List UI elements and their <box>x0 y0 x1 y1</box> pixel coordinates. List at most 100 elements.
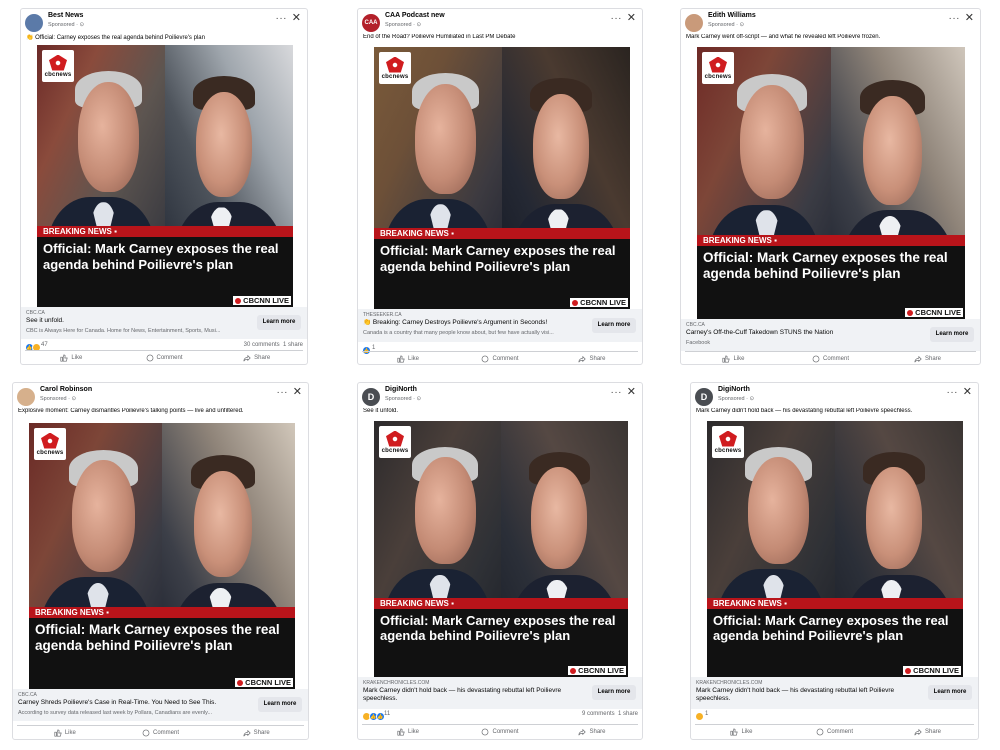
link-preview[interactable]: CBC.CA Carney's Off-the-Cuff Takedown ST… <box>681 319 980 351</box>
share-button[interactable]: Share <box>208 726 304 739</box>
comment-button[interactable]: Comment <box>118 351 211 364</box>
page-name[interactable]: Carol Robinson <box>40 386 92 393</box>
avatar[interactable]: CAA <box>362 14 380 32</box>
ad-header: Carol Robinson Sponsored · ⊙ ··· ✕ <box>17 386 304 408</box>
thumbs-up-icon <box>54 729 62 737</box>
share-button[interactable]: Share <box>879 352 976 364</box>
share-icon <box>914 355 922 363</box>
breaking-news-label: BREAKING NEWS ▪ <box>35 607 109 617</box>
comment-count[interactable]: 30 comments <box>244 342 280 348</box>
avatar[interactable] <box>17 388 35 406</box>
share-button[interactable]: Share <box>546 725 638 739</box>
post-caption: See it unfold. <box>363 408 399 414</box>
cbc-gem-icon <box>709 56 727 73</box>
sponsored-label: Sponsored · ⊙ <box>40 396 77 402</box>
page-name[interactable]: CAA Podcast new <box>385 12 445 19</box>
post-caption: End of the Road? Poilievre Humiliated in… <box>363 34 516 40</box>
news-banner: BREAKING NEWS ▪ Official: Mark Carney ex… <box>374 227 630 309</box>
like-button[interactable]: Like <box>685 352 782 364</box>
more-options-button[interactable]: ··· <box>611 14 623 24</box>
page-name[interactable]: DigiNorth <box>385 386 417 393</box>
learn-more-button[interactable]: Learn more <box>928 685 972 700</box>
learn-more-button[interactable]: Learn more <box>257 315 301 330</box>
ad-image[interactable]: cbcnews BREAKING NEWS ▪ Official: Mark C… <box>37 45 293 307</box>
close-icon[interactable]: ✕ <box>963 386 972 398</box>
banner-headline: Official: Mark Carney exposes the real a… <box>380 612 616 644</box>
comment-button[interactable]: Comment <box>113 726 209 739</box>
cbc-gem-icon <box>41 432 59 449</box>
link-title: See it unfold. <box>26 317 64 324</box>
comment-count[interactable]: 9 comments <box>582 711 615 717</box>
like-button[interactable]: Like <box>17 726 113 739</box>
post-caption: Mark Carney didn't hold back — his devas… <box>696 408 913 414</box>
comment-icon <box>146 354 153 362</box>
avatar[interactable]: D <box>362 388 380 406</box>
reaction-count[interactable]: 11 <box>384 711 390 717</box>
comment-button[interactable]: Comment <box>454 352 546 364</box>
more-options-button[interactable]: ··· <box>276 14 288 24</box>
more-options-button[interactable]: ··· <box>947 388 959 398</box>
live-tag: CBCNN LIVE <box>568 666 626 675</box>
share-icon <box>914 728 922 736</box>
ad-image[interactable]: cbcnews BREAKING NEWS ▪ Official: Mark C… <box>29 423 295 689</box>
news-banner: BREAKING NEWS ▪ Official: Mark Carney ex… <box>697 234 965 319</box>
close-icon[interactable]: ✕ <box>292 12 301 24</box>
banner-headline: Official: Mark Carney exposes the real a… <box>380 243 616 274</box>
comment-button[interactable]: Comment <box>782 352 879 364</box>
page-name[interactable]: DigiNorth <box>718 386 750 393</box>
ad-image[interactable]: cbcnews BREAKING NEWS ▪ Official: Mark C… <box>374 421 628 677</box>
link-preview[interactable]: THESEEKER.CA 👏 Breaking: Carney Destroys… <box>358 309 642 342</box>
share-button[interactable]: Share <box>881 725 974 739</box>
link-preview[interactable]: KRAKENCHRONICLES.COM Mark Carney didn't … <box>691 677 978 709</box>
reaction-count[interactable]: 47 <box>41 342 48 348</box>
cbc-gem-icon <box>386 56 404 73</box>
close-icon[interactable]: ✕ <box>293 386 302 398</box>
share-button[interactable]: Share <box>210 351 303 364</box>
like-button[interactable]: Like <box>695 725 788 739</box>
share-count[interactable]: 1 share <box>283 342 303 348</box>
ad-image[interactable]: cbcnews BREAKING NEWS ▪ Official: Mark C… <box>374 47 630 309</box>
like-button[interactable]: Like <box>362 352 454 364</box>
more-options-button[interactable]: ··· <box>949 14 961 24</box>
like-button[interactable]: Like <box>25 351 118 364</box>
close-icon[interactable]: ✕ <box>627 12 636 24</box>
cbc-dot-icon <box>905 668 912 674</box>
ad-image[interactable]: cbcnews BREAKING NEWS ▪ Official: Mark C… <box>697 47 965 319</box>
close-icon[interactable]: ✕ <box>965 12 974 24</box>
more-options-button[interactable]: ··· <box>277 388 289 398</box>
ad-card: Best News Sponsored · ⊙ ··· ✕ 👏 Official… <box>20 8 308 365</box>
banner-headline: Official: Mark Carney exposes the real a… <box>43 241 279 272</box>
link-domain: CBC.CA <box>686 322 705 328</box>
close-icon[interactable]: ✕ <box>627 386 636 398</box>
ad-header: D DigiNorth Sponsored · ⊙ ··· ✕ <box>362 386 638 408</box>
link-preview[interactable]: KRAKENCHRONICLES.COM Mark Carney didn't … <box>358 677 642 709</box>
comment-button[interactable]: Comment <box>788 725 881 739</box>
cbc-news-logo: cbcnews <box>42 50 74 82</box>
thumbs-up-icon <box>730 728 739 736</box>
page-name[interactable]: Best News <box>48 12 83 19</box>
link-preview[interactable]: CBC.CA Carney Shreds Poilievre's Case in… <box>13 689 308 721</box>
share-button[interactable]: Share <box>546 352 638 364</box>
comment-button[interactable]: Comment <box>454 725 546 739</box>
share-count[interactable]: 1 share <box>618 711 638 717</box>
comment-icon <box>482 355 489 363</box>
learn-more-button[interactable]: Learn more <box>258 697 302 712</box>
ad-image[interactable]: cbcnews BREAKING NEWS ▪ Official: Mark C… <box>707 421 963 677</box>
link-preview[interactable]: CBC.CA See it unfold. CBC is Always Here… <box>21 307 307 339</box>
link-description: Canada is a country that many people kno… <box>363 330 554 336</box>
avatar[interactable] <box>25 14 43 32</box>
avatar[interactable] <box>685 14 703 32</box>
page-name[interactable]: Edith Williams <box>708 12 756 19</box>
learn-more-button[interactable]: Learn more <box>592 318 636 333</box>
more-options-button[interactable]: ··· <box>611 388 623 398</box>
reaction-count[interactable]: 1 <box>705 711 708 717</box>
learn-more-button[interactable]: Learn more <box>592 685 636 700</box>
cbc-news-logo: cbcnews <box>712 426 744 458</box>
cbc-dot-icon <box>237 680 244 686</box>
learn-more-button[interactable]: Learn more <box>930 327 974 342</box>
cbc-dot-icon <box>235 298 242 304</box>
cbc-gem-icon <box>719 430 737 447</box>
like-button[interactable]: Like <box>362 725 454 739</box>
thumbs-up-icon <box>722 355 731 363</box>
avatar[interactable]: D <box>695 388 713 406</box>
